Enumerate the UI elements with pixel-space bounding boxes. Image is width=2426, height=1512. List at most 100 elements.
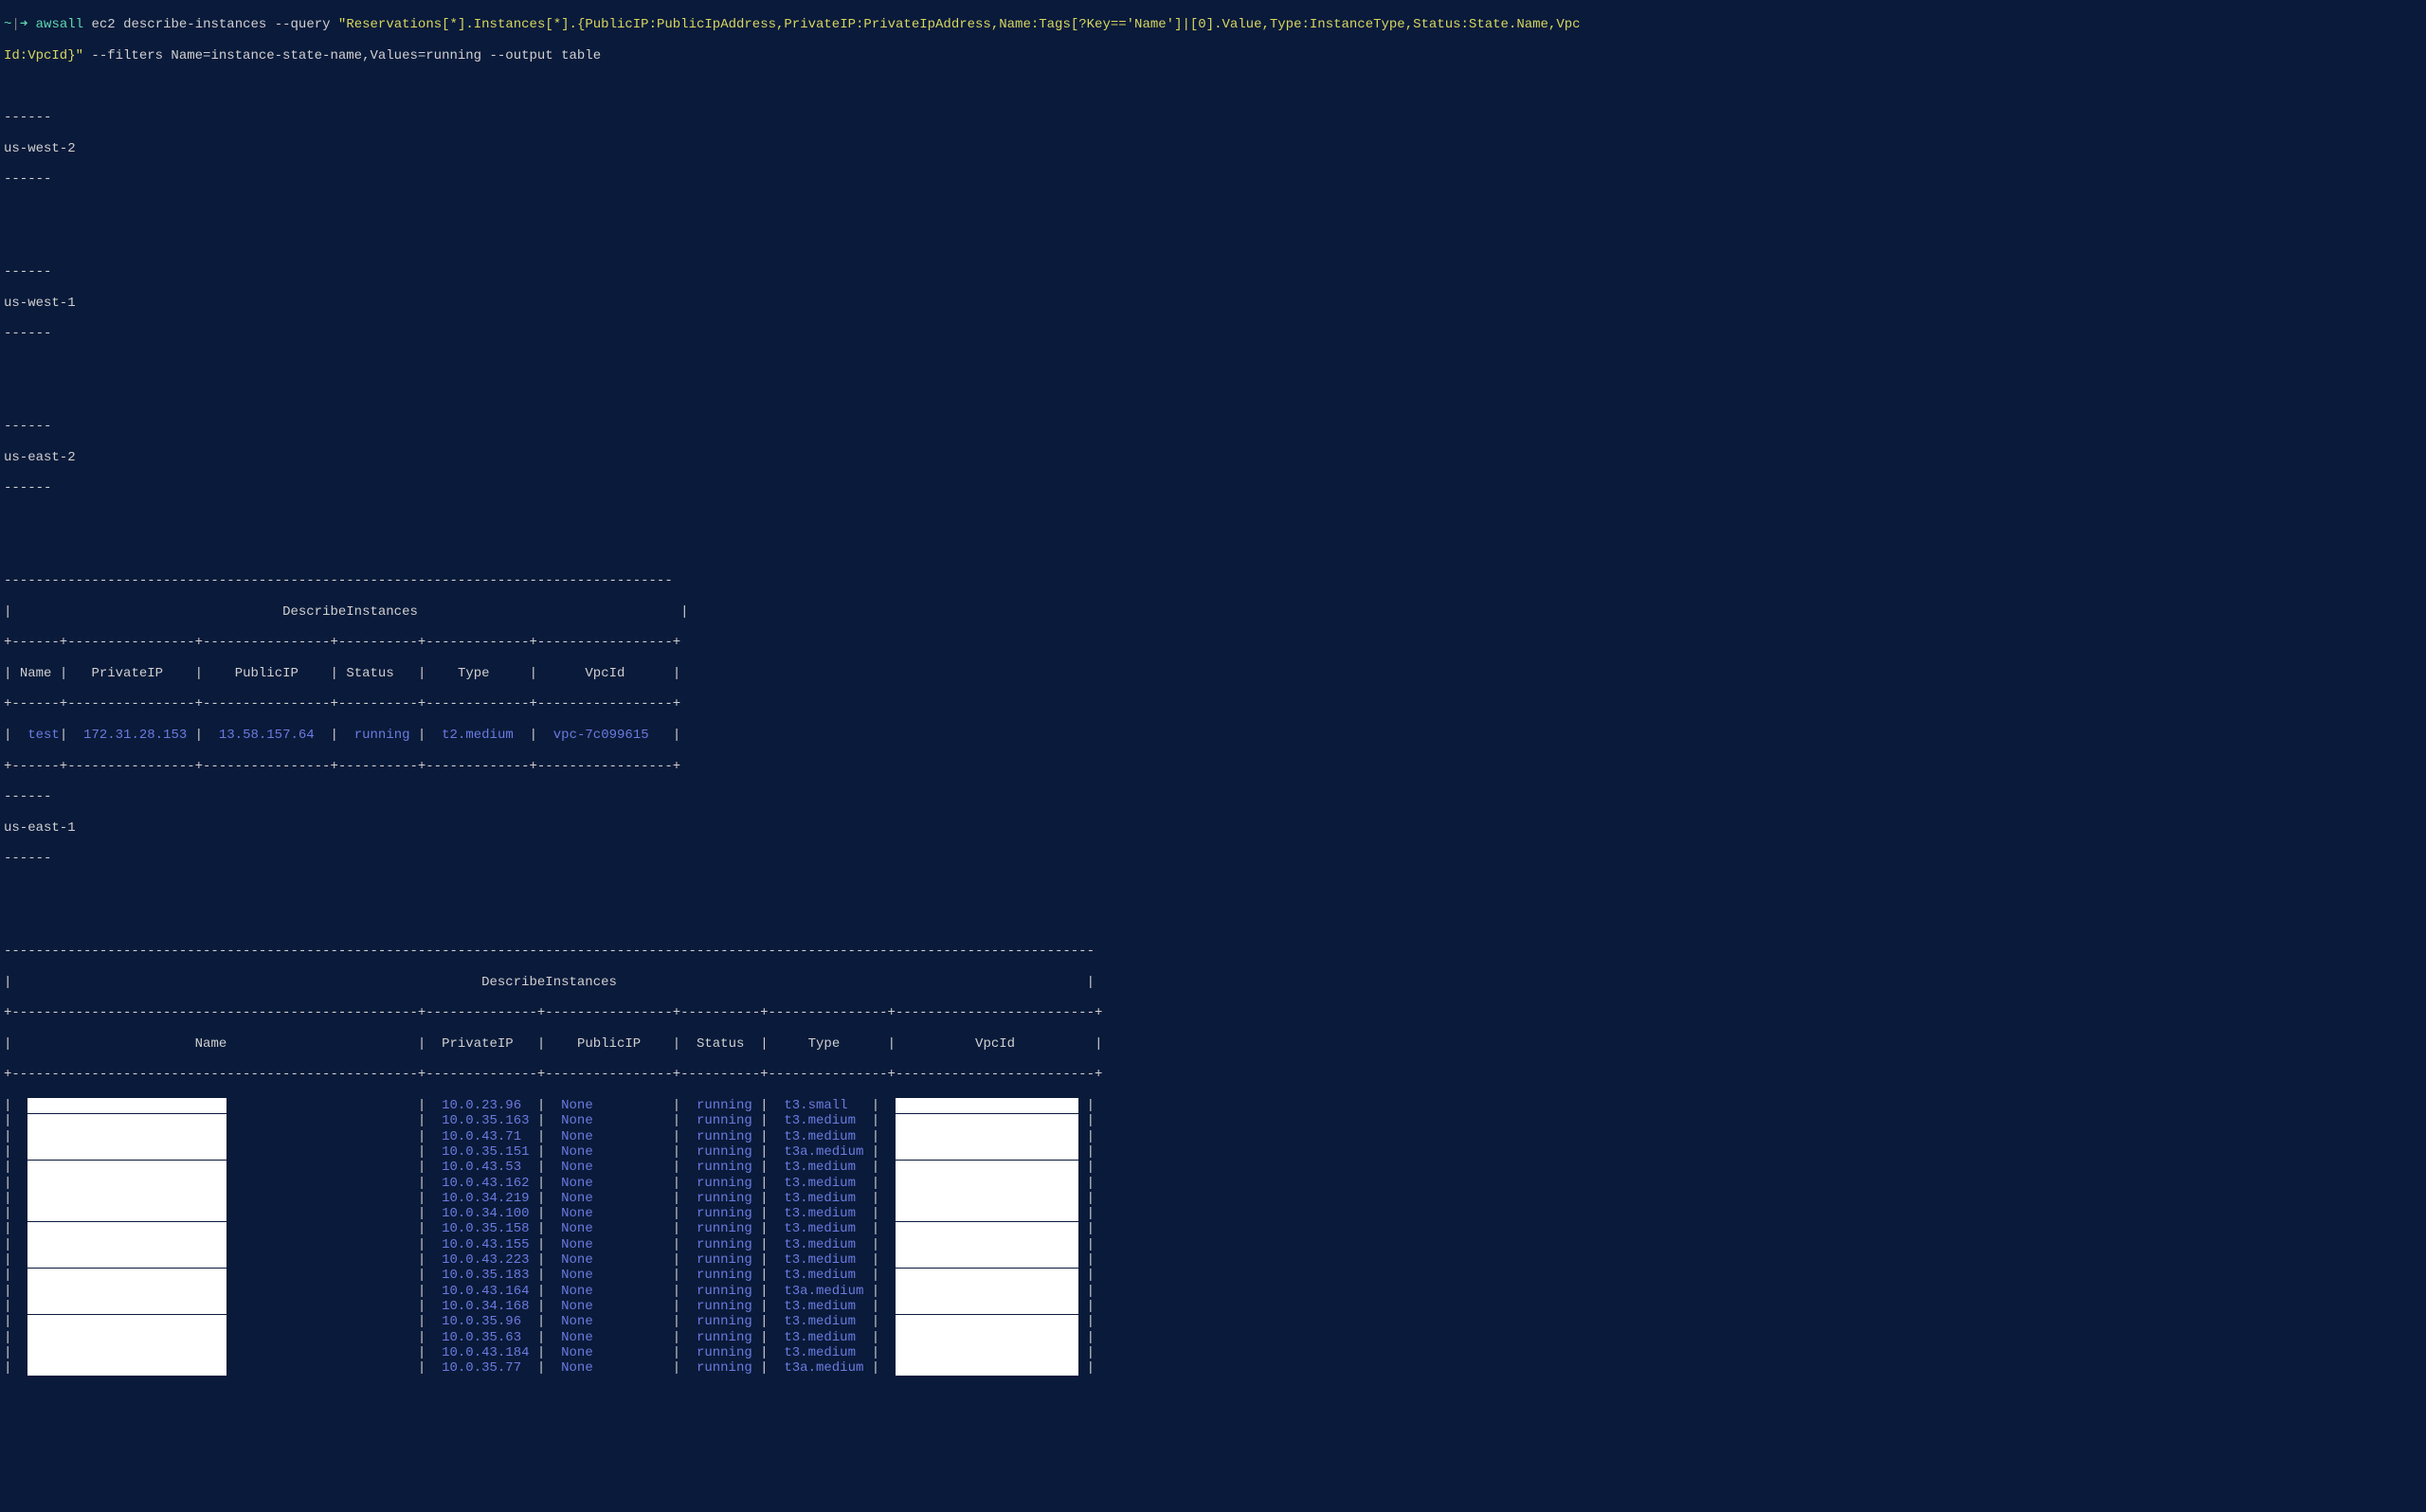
cell-privateip: 10.0.43.184 [442,1345,529,1360]
command-line-2: Id:VpcId}" --filters Name=instance-state… [4,48,2422,63]
region-us-east-2: us-east-2 [4,450,2422,465]
cell-privateip: 10.0.43.71 [442,1129,529,1144]
cell-type: t3.medium [784,1221,863,1236]
table-row: | | 10.0.35.151 | None | running | t3a.m… [4,1144,2422,1160]
terminal-output[interactable]: ~|➜ awsall ec2 describe-instances --quer… [0,0,2426,1394]
cell-vpcid-redacted [896,1222,1078,1237]
col-publicip: PublicIP [577,1036,641,1052]
command-line-1: ~|➜ awsall ec2 describe-instances --quer… [4,17,2422,32]
cell-privateip: 10.0.43.223 [442,1252,529,1268]
col-vpcid: VpcId [975,1036,1015,1052]
cell-name-redacted [27,1360,226,1376]
table-row: | | 10.0.43.155 | None | running | t3.me… [4,1237,2422,1252]
cell-privateip: 10.0.43.155 [442,1237,529,1252]
cell-name-redacted [27,1269,226,1284]
cell-privateip: 10.0.43.162 [442,1176,529,1191]
cell-status: running [697,1206,752,1221]
cell-publicip: None [561,1098,593,1113]
blank-line [4,882,2422,897]
cell-privateip: 10.0.35.151 [442,1144,529,1160]
cell-privateip: 10.0.34.219 [442,1191,529,1206]
cell-privateip: 10.0.35.158 [442,1221,529,1236]
table-border: +------+----------------+---------------… [4,759,2422,774]
cell-name-redacted [27,1206,226,1221]
blank-line [4,79,2422,94]
prompt-arrow-icon: ➜ [20,17,27,32]
cell-vpcid-redacted [896,1144,1078,1160]
blank-line [4,542,2422,557]
cell-publicip: None [561,1144,593,1160]
cmd-segment-2: --filters Name=instance-state-name,Value… [83,48,601,63]
col-status: Status [346,666,393,681]
cell-privateip: 10.0.35.163 [442,1113,529,1128]
cell-type: t3.medium [784,1191,863,1206]
col-type: Type [458,666,490,681]
cell-status: running [697,1221,752,1236]
region-us-west-1: us-west-1 [4,296,2422,311]
cell-type: t3.medium [784,1129,863,1144]
cell-name-redacted [27,1345,226,1360]
table-row: | | 10.0.35.63 | None | running | t3.med… [4,1330,2422,1345]
table-row: | | 10.0.43.71 | None | running | t3.med… [4,1129,2422,1144]
cell-vpcid-redacted [896,1284,1078,1299]
region-sep: ------ [4,419,2422,434]
table-title: DescribeInstances [481,975,617,990]
table-row: | test| 172.31.28.153 | 13.58.157.64 | r… [4,728,2422,743]
table-border: ----------------------------------------… [4,944,2422,959]
cell-publicip: None [561,1221,593,1236]
cell-vpcid-redacted [896,1252,1078,1268]
col-status: Status [697,1036,744,1052]
table-row: | | 10.0.35.77 | None | running | t3a.me… [4,1360,2422,1376]
cell-name-redacted [27,1284,226,1299]
cell-vpcid-redacted [896,1360,1078,1376]
cell-vpcid-redacted [896,1237,1078,1252]
table-header-row: | Name | PrivateIP | PublicIP | Status |… [4,1036,2422,1052]
cell-publicip: None [561,1129,593,1144]
blank-line [4,357,2422,372]
cell-status: running [697,1284,752,1299]
cell-status: running [697,1176,752,1191]
table-border: +---------------------------------------… [4,1067,2422,1082]
cell-type: t3.medium [784,1176,863,1191]
cell-publicip: None [561,1113,593,1128]
region-sep: ------ [4,264,2422,279]
blank-line [4,233,2422,248]
cell-vpcid-redacted [896,1345,1078,1360]
blank-line [4,387,2422,403]
table-title: DescribeInstances [282,604,418,620]
cell-name-redacted [27,1299,226,1314]
cell-privateip: 10.0.35.96 [442,1314,529,1329]
cell-publicip: None [561,1160,593,1175]
cell-vpcid-redacted [896,1161,1078,1176]
table-row: | | 10.0.43.53 | None | running | t3.med… [4,1160,2422,1175]
table-row: | | 10.0.43.223 | None | running | t3.me… [4,1252,2422,1268]
region-sep: ------ [4,326,2422,341]
cell-status: running [697,1160,752,1175]
cell-publicip: None [561,1345,593,1360]
cmd-segment: ec2 describe-instances --query [83,17,338,32]
cell-vpcid-redacted [896,1330,1078,1345]
col-publicip: PublicIP [235,666,299,681]
cell-type: t3a.medium [784,1284,863,1299]
cell-privateip: 10.0.34.100 [442,1206,529,1221]
table-border: ----------------------------------------… [4,573,2422,588]
table-title-row: | DescribeInstances | [4,975,2422,990]
cell-publicip: None [561,1330,593,1345]
cell-name-redacted [27,1237,226,1252]
cell-type: t3.medium [784,1299,863,1314]
cell-privateip: 10.0.43.53 [442,1160,529,1175]
cmd-query-string: "Reservations[*].Instances[*].{PublicIP:… [338,17,1581,32]
cell-type: t3.medium [784,1237,863,1252]
cell-vpcid: vpc-7c099615 [553,728,649,743]
cell-type: t3.medium [784,1113,863,1128]
table-border: +------+----------------+---------------… [4,635,2422,650]
cell-status: running [697,1268,752,1283]
cell-publicip: None [561,1284,593,1299]
cell-publicip: None [561,1176,593,1191]
col-type: Type [808,1036,841,1052]
table-row: | | 10.0.43.184 | None | running | t3.me… [4,1345,2422,1360]
cell-type: t3a.medium [784,1360,863,1376]
cell-type: t3.medium [784,1160,863,1175]
col-vpcid: VpcId [585,666,625,681]
cell-name-redacted [27,1114,226,1129]
